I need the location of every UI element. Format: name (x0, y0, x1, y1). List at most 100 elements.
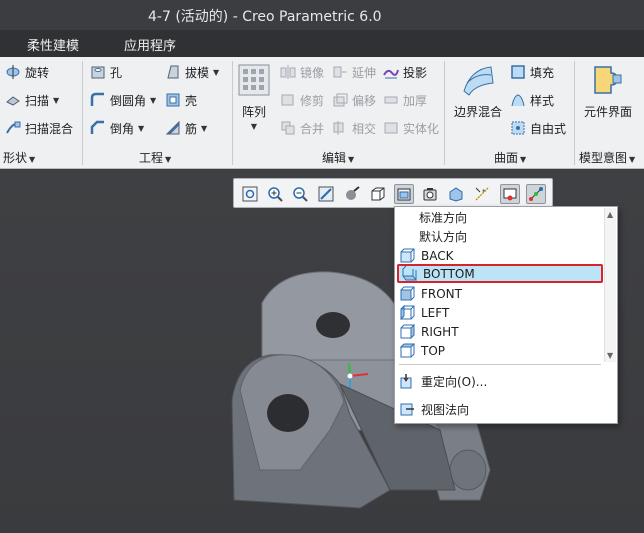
draft-button[interactable]: 拔模 ▼ (165, 61, 219, 83)
menu-item-standard-orientation[interactable]: 标准方向 (397, 208, 603, 227)
group-editing-label: 编辑 (322, 151, 347, 165)
saved-orientations-icon[interactable] (394, 184, 414, 204)
thicken-icon (383, 92, 399, 108)
swept-blend-label: 扫描混合 (25, 121, 74, 136)
ribbon-panel: 旋转 扫描 ▼ 扫描混合 形状 ▼ 孔 倒圆角 ▼ 倒角 ▼ 拔模 ▼ 壳 筋 … (0, 57, 644, 169)
menu-item-left[interactable]: LEFT (397, 303, 603, 322)
menu-item-right[interactable]: RIGHT (397, 322, 603, 341)
datum-display-icon[interactable]: * (472, 184, 492, 204)
chevron-down-icon[interactable]: ▼ (150, 96, 156, 105)
sweep-label: 扫描 (25, 93, 50, 108)
chevron-down-icon[interactable]: ▼ (138, 124, 144, 133)
swept-blend-icon (5, 120, 21, 136)
scroll-down-icon[interactable]: ▼ (607, 351, 613, 360)
intersect-button[interactable]: 相交 (332, 117, 376, 139)
shell-button[interactable]: 壳 (165, 89, 197, 111)
view-cube-icon (400, 248, 415, 263)
group-shape[interactable]: 形状 ▼ (3, 149, 35, 166)
dropdown-scrollbar[interactable]: ▲ ▼ (604, 208, 616, 362)
view-cube-icon (402, 265, 417, 281)
thicken-button[interactable]: 加厚 (383, 89, 427, 111)
group-shape-label: 形状 (3, 151, 28, 165)
trim-icon (280, 92, 296, 108)
display-style-icon[interactable] (342, 184, 362, 204)
solidify-button[interactable]: 实体化 (383, 117, 439, 139)
zoom-in-icon[interactable] (265, 184, 285, 204)
group-model-intent-label: 模型意图 (579, 151, 628, 165)
divider (574, 61, 575, 165)
menu-item-bottom[interactable]: BOTTOM (397, 264, 603, 283)
component-interface-icon (591, 63, 625, 97)
menu-item-front[interactable]: FRONT (397, 284, 603, 303)
menu-item-back[interactable]: BACK (397, 246, 603, 265)
menu-item-label: 标准方向 (419, 211, 468, 225)
tab-flexible-modeling[interactable]: 柔性建模 (27, 35, 79, 54)
rib-button[interactable]: 筋 ▼ (165, 117, 207, 139)
appearance-icon[interactable] (526, 184, 546, 204)
repaint-icon[interactable] (316, 184, 336, 204)
chevron-down-icon[interactable]: ▼ (213, 68, 219, 77)
sweep-icon (5, 92, 21, 108)
chevron-down-icon: ▼ (629, 155, 636, 164)
project-label: 投影 (403, 65, 428, 80)
menu-item-view-normal[interactable]: 视图法向 (397, 400, 603, 419)
menu-item-reorient[interactable]: 重定向(O)... (397, 372, 603, 391)
component-interface-button[interactable]: 元件界面 (580, 63, 636, 120)
offset-icon (332, 92, 348, 108)
menu-item-default-orientation[interactable]: 默认方向 (397, 227, 603, 246)
fill-button[interactable]: 填充 (510, 61, 554, 83)
view-toolbar: * (233, 178, 553, 208)
zoom-out-icon[interactable] (290, 184, 310, 204)
trim-button[interactable]: 修剪 (280, 89, 324, 111)
view-manager-icon[interactable] (420, 184, 440, 204)
project-icon (383, 64, 399, 80)
spin-center-icon[interactable] (368, 184, 388, 204)
menu-item-label: 重定向(O)... (421, 375, 488, 389)
draft-icon (165, 64, 181, 80)
revolve-label: 旋转 (25, 65, 50, 80)
offset-button[interactable]: 偏移 (332, 89, 376, 111)
tab-applications[interactable]: 应用程序 (124, 35, 176, 54)
offset-label: 偏移 (352, 93, 377, 108)
annotation-display-icon[interactable] (446, 184, 466, 204)
chevron-down-icon[interactable]: ▼ (201, 124, 207, 133)
hole-button[interactable]: 孔 (90, 61, 122, 83)
hole-icon (90, 64, 106, 80)
spin-settings-icon[interactable] (500, 184, 520, 204)
menu-item-top[interactable]: TOP (397, 341, 603, 360)
boundary-blend-button[interactable]: 边界混合 (452, 63, 504, 120)
freestyle-button[interactable]: 自由式 (510, 117, 566, 139)
group-engineering[interactable]: 工程 ▼ (139, 149, 171, 166)
menu-item-label: TOP (421, 343, 446, 358)
refit-icon[interactable] (240, 184, 260, 204)
chevron-down-icon[interactable]: ▼ (53, 96, 59, 105)
group-model-intent[interactable]: 模型意图 ▼ (579, 149, 635, 166)
mirror-button[interactable]: 镜像 (280, 61, 324, 83)
extend-button[interactable]: 延伸 (332, 61, 376, 83)
chamfer-button[interactable]: 倒角 ▼ (90, 117, 144, 139)
scroll-up-icon[interactable]: ▲ (607, 210, 613, 219)
swept-blend-button[interactable]: 扫描混合 (5, 117, 73, 139)
merge-icon (280, 120, 296, 136)
round-button[interactable]: 倒圆角 ▼ (90, 89, 156, 111)
style-button[interactable]: 样式 (510, 89, 554, 111)
chevron-down-icon: ▼ (348, 155, 355, 164)
sweep-button[interactable]: 扫描 ▼ (5, 89, 59, 111)
chevron-down-icon: ▼ (520, 155, 527, 164)
menu-item-label: FRONT (421, 286, 462, 301)
mirror-label: 镜像 (300, 65, 325, 80)
orientation-dropdown: 标准方向 默认方向 BACK BOTTOM FRONT LEFT RIGHT T… (394, 206, 618, 424)
menu-item-label: 视图法向 (421, 403, 470, 417)
merge-label: 合并 (300, 121, 325, 136)
project-button[interactable]: 投影 (383, 61, 427, 83)
svg-text:*: * (482, 188, 486, 196)
menu-item-label: BACK (421, 248, 454, 263)
pattern-button[interactable]: 阵列 ▼ (236, 63, 272, 131)
fill-label: 填充 (530, 65, 555, 80)
component-interface-label: 元件界面 (583, 105, 632, 119)
group-surfaces[interactable]: 曲面 ▼ (494, 149, 526, 166)
chevron-down-icon[interactable]: ▼ (236, 122, 272, 131)
group-editing[interactable]: 编辑 ▼ (322, 149, 354, 166)
revolve-button[interactable]: 旋转 (5, 61, 49, 83)
merge-button[interactable]: 合并 (280, 117, 324, 139)
